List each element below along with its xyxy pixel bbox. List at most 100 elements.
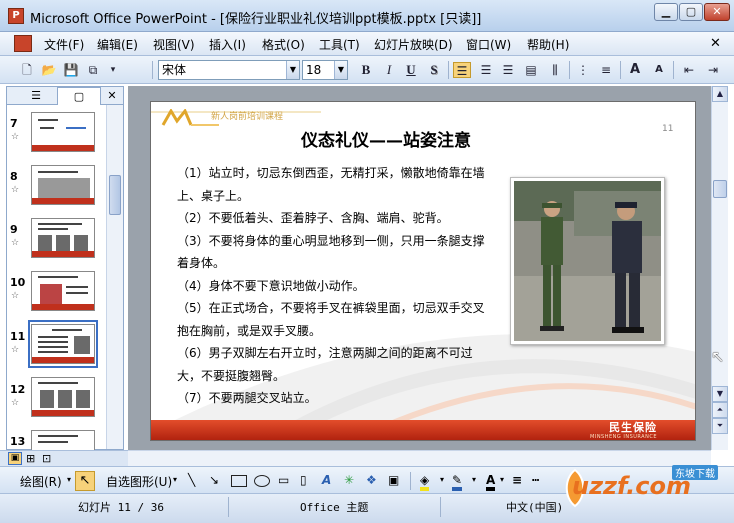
chevron-down-icon[interactable]: ▼ — [286, 61, 299, 79]
font-color-icon[interactable]: A — [486, 473, 496, 491]
font-size-value: 18 — [306, 63, 322, 77]
slide-sorter-icon[interactable]: ⊞ — [26, 452, 35, 465]
slideshow-icon[interactable]: ⊡ — [42, 452, 51, 465]
increase-indent-icon[interactable]: ⇥ — [704, 62, 722, 78]
powerpoint-app-icon[interactable]: P — [8, 8, 24, 24]
slide-vertical-scrollbar[interactable]: ▲ ▼ ⏶ ⏷ — [711, 86, 728, 450]
italic-button[interactable]: I — [380, 62, 398, 78]
line-color-icon[interactable]: ✎ — [452, 473, 463, 491]
select-pointer-icon[interactable]: ↖ — [75, 471, 95, 491]
arrow-tool-icon[interactable]: ↘ — [209, 473, 219, 487]
next-slide-icon[interactable]: ⏷ — [712, 418, 728, 434]
chevron-down-icon[interactable]: ▾ — [472, 475, 476, 484]
font-size-combo[interactable]: 18 ▼ — [302, 60, 348, 80]
slide-footer-band: 民生保险 MINSHENG INSURANCE — [151, 420, 695, 440]
align-left-icon[interactable]: ☰ — [453, 62, 471, 78]
minimize-icon: ▁ — [661, 5, 671, 18]
slide-body-text[interactable]: （1）站立时，切忌东倒西歪，无精打采，懒散地倚靠在墙上、桌子上。 （2）不要低着… — [177, 162, 495, 410]
slide-number-13: 13 — [10, 435, 26, 448]
numbering-icon[interactable]: ⋮ — [574, 62, 592, 78]
dash-style-icon[interactable]: ┅ — [532, 473, 539, 487]
line-style-icon[interactable]: ≡ — [512, 473, 522, 487]
new-document-icon[interactable]: 🗋 — [18, 62, 36, 78]
slide-page-number: 11 — [662, 124, 674, 134]
fill-color-icon[interactable]: ◈ — [420, 473, 430, 491]
site-watermark: uzzf.com 东坡下载 — [560, 462, 730, 518]
tab-outline[interactable]: ☰ — [15, 87, 57, 105]
diagram-icon[interactable]: ✳ — [344, 473, 354, 487]
footer-logo-subtext: MINSHENG INSURANCE — [590, 434, 657, 440]
bold-button[interactable]: B — [357, 62, 375, 78]
scroll-down-icon[interactable]: ▼ — [712, 386, 728, 402]
chevron-down-icon[interactable]: ▾ — [500, 475, 504, 484]
shadow-button[interactable]: S — [425, 62, 443, 78]
slide-number-12: 12 — [10, 383, 26, 396]
slide-canvas[interactable]: 新人岗前培训课程 仪态礼仪——站姿注意 11 （1）站立时，切忌东倒西歪，无精打… — [150, 101, 696, 441]
scroll-up-icon[interactable]: ▲ — [712, 86, 728, 102]
menu-window[interactable]: 窗口(W) — [466, 36, 511, 53]
close-document-icon[interactable]: ✕ — [710, 36, 721, 51]
toolbar-options-icon[interactable]: ▾ — [104, 62, 122, 78]
picture-icon[interactable]: ▣ — [388, 473, 399, 487]
shrink-font-button[interactable]: A — [650, 62, 668, 78]
slide-thumbnail-7[interactable] — [31, 112, 95, 152]
line-tool-icon[interactable]: ╲ — [188, 473, 195, 487]
font-name-value: 宋体 — [162, 63, 187, 77]
maximize-button[interactable]: ▢ — [679, 3, 703, 21]
clipart-icon[interactable]: ❖ — [366, 473, 377, 487]
textbox-tool-icon[interactable]: ▭ — [278, 473, 289, 487]
decrease-indent-icon[interactable]: ⇤ — [680, 62, 698, 78]
slide-thumbnail-13[interactable] — [31, 430, 95, 450]
document-icon[interactable] — [14, 35, 32, 52]
grow-font-button[interactable]: A — [626, 62, 644, 78]
align-right-icon[interactable]: ☰ — [499, 62, 517, 78]
autoshapes-menu-button[interactable]: 自选图形(U) — [106, 473, 172, 490]
previous-slide-icon[interactable]: ⏶ — [712, 402, 728, 418]
justify-icon[interactable]: ▤ — [522, 62, 540, 78]
close-pane-icon[interactable]: ✕ — [105, 87, 119, 105]
slide-title[interactable]: 仪态礼仪——站姿注意 — [301, 126, 471, 151]
slide-photo[interactable] — [510, 177, 665, 345]
slide-thumbnail-8[interactable] — [31, 165, 95, 205]
normal-view-icon[interactable]: ▣ — [8, 452, 22, 465]
scroll-thumb[interactable] — [713, 180, 727, 198]
tab-slides[interactable]: ▢ — [57, 87, 101, 105]
oval-tool-icon[interactable] — [254, 475, 270, 487]
animation-star-icon: ☆ — [11, 398, 20, 408]
menu-format[interactable]: 格式(O) — [262, 36, 305, 53]
menu-file[interactable]: 文件(F) — [44, 36, 84, 53]
font-name-combo[interactable]: 宋体 ▼ — [158, 60, 300, 80]
chevron-down-icon[interactable]: ▾ — [440, 475, 444, 484]
slide-thumbnail-9[interactable] — [31, 218, 95, 258]
body-paragraph: （1）站立时，切忌东倒西歪，无精打采，懒散地倚靠在墙上、桌子上。 — [177, 166, 485, 203]
wordart-icon[interactable]: A — [322, 473, 331, 487]
menu-insert[interactable]: 插入(I) — [209, 36, 246, 53]
chevron-down-icon[interactable]: ▾ — [67, 475, 71, 484]
menu-slideshow[interactable]: 幻灯片放映(D) — [374, 36, 453, 53]
bullets-icon[interactable]: ≡ — [597, 62, 615, 78]
close-button[interactable]: ✕ — [704, 3, 730, 21]
distribute-icon[interactable]: ⫼ — [546, 62, 564, 78]
vertical-textbox-icon[interactable]: ▯ — [300, 473, 307, 487]
thumbnails-scrollbar[interactable] — [106, 105, 123, 449]
maximize-icon: ▢ — [685, 5, 697, 18]
slide-thumbnail-10[interactable] — [31, 271, 95, 311]
animation-star-icon: ☆ — [11, 238, 20, 248]
draw-menu-button[interactable]: 绘图(R) — [20, 473, 62, 490]
menu-edit[interactable]: 编辑(E) — [97, 36, 138, 53]
menu-tools[interactable]: 工具(T) — [319, 36, 360, 53]
body-paragraph: （6）男子双脚左右开立时，注意两脚之间的距离不可过大，不要挺腹翘臀。 — [177, 346, 473, 383]
menu-help[interactable]: 帮助(H) — [527, 36, 569, 53]
chevron-down-icon[interactable]: ▼ — [334, 61, 347, 79]
menu-view[interactable]: 视图(V) — [153, 36, 195, 53]
scroll-thumb[interactable] — [109, 175, 121, 215]
chevron-down-icon[interactable]: ▾ — [173, 475, 177, 484]
rectangle-tool-icon[interactable] — [231, 475, 247, 487]
underline-button[interactable]: U — [402, 62, 420, 78]
open-folder-icon[interactable]: 📂 — [40, 62, 58, 78]
permission-icon[interactable]: ⧉ — [84, 62, 102, 78]
align-center-icon[interactable]: ☰ — [477, 62, 495, 78]
minimize-button[interactable]: ▁ — [654, 3, 678, 21]
save-icon[interactable]: 💾 — [62, 62, 80, 78]
slide-thumbnail-12[interactable] — [31, 377, 95, 417]
